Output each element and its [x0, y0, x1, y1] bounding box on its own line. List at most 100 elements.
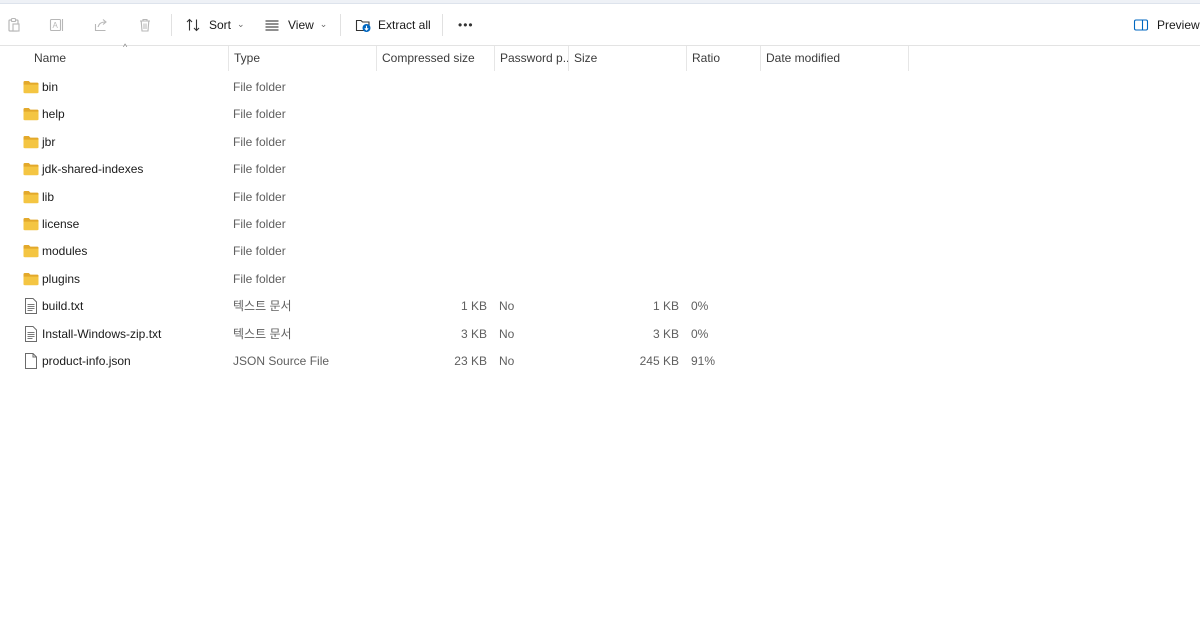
- file-name: bin: [42, 80, 59, 94]
- view-list-icon: [265, 19, 279, 31]
- preview-button[interactable]: Preview: [1133, 4, 1200, 45]
- file-compressed-size: [380, 211, 487, 237]
- file-compressed-size: [380, 101, 487, 127]
- file-compressed-size: 1 KB: [460, 299, 487, 314]
- file-type: File folder: [233, 244, 286, 259]
- rename-button[interactable]: A: [43, 4, 71, 45]
- sort-button[interactable]: Sort ⌄: [185, 4, 245, 45]
- file-type: 텍스트 문서: [233, 299, 292, 314]
- file-size: [572, 211, 679, 237]
- file-ratio: 91%: [691, 354, 716, 368]
- file-row[interactable]: help File folder: [0, 101, 1200, 127]
- file-row[interactable]: lib File folder: [0, 184, 1200, 210]
- file-compressed-size: [380, 266, 487, 292]
- file-row[interactable]: Install-Windows-zip.txt 텍스트 문서 3 KB No 3 KB 0…: [0, 321, 1200, 347]
- chevron-down-icon: ⌄: [237, 19, 245, 29]
- file-name: jdk-shared-indexes: [42, 162, 144, 177]
- more-icon: •••: [458, 17, 474, 32]
- folder-icon: [23, 272, 39, 285]
- column-header-name[interactable]: Name: [28, 46, 228, 71]
- file-type: File folder: [233, 80, 286, 94]
- file-type: File folder: [233, 217, 286, 231]
- file-type: File folder: [233, 134, 286, 149]
- extract-icon: [355, 19, 371, 32]
- file-row[interactable]: license File folder: [0, 211, 1200, 237]
- file-type: File folder: [233, 189, 286, 204]
- folder-icon: [23, 190, 39, 203]
- file-size: [572, 74, 679, 100]
- file-type: File folder: [233, 271, 286, 286]
- file-size: 245 KB: [639, 354, 679, 368]
- share-button[interactable]: [87, 4, 115, 45]
- file-name: lib: [42, 189, 55, 204]
- file-ratio: 0%: [691, 299, 709, 314]
- folder-icon: [23, 135, 39, 148]
- file-name: product-info.json: [42, 354, 131, 368]
- file-row[interactable]: product-info.json JSON Source File 23 KB No…: [0, 348, 1200, 374]
- preview-label: Preview: [1157, 17, 1200, 32]
- column-header-type[interactable]: Type: [228, 46, 376, 71]
- file-password-protected: No: [499, 299, 515, 314]
- file-row[interactable]: jbr File folder: [0, 129, 1200, 155]
- column-header-password[interactable]: Password p...: [494, 46, 568, 71]
- toolbar-separator: [442, 14, 443, 36]
- file-name: license: [42, 217, 80, 231]
- text-file-icon: [25, 325, 37, 342]
- file-name: jbr: [42, 134, 56, 149]
- file-size: [572, 238, 679, 264]
- column-header-row: ^ Name Type Compressed size Password p..…: [0, 42, 1200, 71]
- extract-all-button[interactable]: Extract all: [355, 4, 431, 45]
- file-icon: [25, 353, 37, 369]
- extract-all-label: Extract all: [378, 17, 431, 32]
- file-password-protected: No: [499, 326, 515, 341]
- view-button[interactable]: View ⌄: [264, 4, 327, 45]
- paste-button[interactable]: [0, 4, 28, 45]
- file-size: 3 KB: [652, 326, 679, 341]
- file-name: plugins: [42, 271, 81, 286]
- column-header-date-modified[interactable]: Date modified: [760, 46, 908, 71]
- column-header-size[interactable]: Size: [568, 46, 686, 71]
- column-divider[interactable]: [908, 46, 909, 71]
- trash-icon: [140, 18, 150, 32]
- file-row[interactable]: build.txt 텍스트 문서 1 KB No 1 KB 0%: [0, 293, 1200, 319]
- file-type: File folder: [233, 107, 286, 122]
- share-icon: [94, 18, 107, 31]
- file-password-protected: No: [499, 354, 515, 368]
- file-size: [572, 184, 679, 210]
- file-size: [572, 156, 679, 182]
- file-type: File folder: [233, 162, 286, 177]
- folder-icon: [23, 163, 39, 176]
- svg-text:A: A: [53, 21, 59, 30]
- folder-icon: [23, 108, 39, 121]
- file-compressed-size: [380, 238, 487, 264]
- file-name: modules: [42, 244, 88, 259]
- file-row[interactable]: modules File folder: [0, 238, 1200, 264]
- more-options-button[interactable]: •••: [458, 4, 474, 45]
- folder-icon: [23, 218, 39, 231]
- chevron-down-icon: ⌄: [319, 19, 328, 29]
- file-size: [572, 129, 679, 155]
- folder-icon: [23, 81, 39, 94]
- file-compressed-size: [380, 74, 487, 100]
- column-header-compressed-size[interactable]: Compressed size: [376, 46, 494, 71]
- file-compressed-size: 23 KB: [454, 354, 487, 368]
- file-compressed-size: 3 KB: [460, 326, 487, 341]
- sort-label: Sort: [209, 17, 232, 32]
- sort-icon: [186, 18, 200, 31]
- delete-button[interactable]: [131, 4, 159, 45]
- column-header-ratio[interactable]: Ratio: [686, 46, 760, 71]
- file-size: 1 KB: [652, 299, 679, 314]
- file-row[interactable]: plugins File folder: [0, 266, 1200, 292]
- rename-icon: A: [49, 18, 64, 31]
- file-size: [572, 266, 679, 292]
- file-row[interactable]: bin File folder: [0, 74, 1200, 100]
- command-bar: A Sort ⌄ View ⌄ Extract all ••• Preview: [0, 4, 1200, 46]
- toolbar-separator: [171, 14, 172, 36]
- file-type: JSON Source File: [233, 354, 330, 368]
- toolbar-separator: [340, 14, 341, 36]
- text-file-icon: [25, 298, 37, 315]
- file-ratio: 0%: [691, 326, 709, 341]
- file-row[interactable]: jdk-shared-indexes File folder: [0, 156, 1200, 182]
- view-label: View: [288, 17, 314, 32]
- folder-icon: [23, 245, 39, 258]
